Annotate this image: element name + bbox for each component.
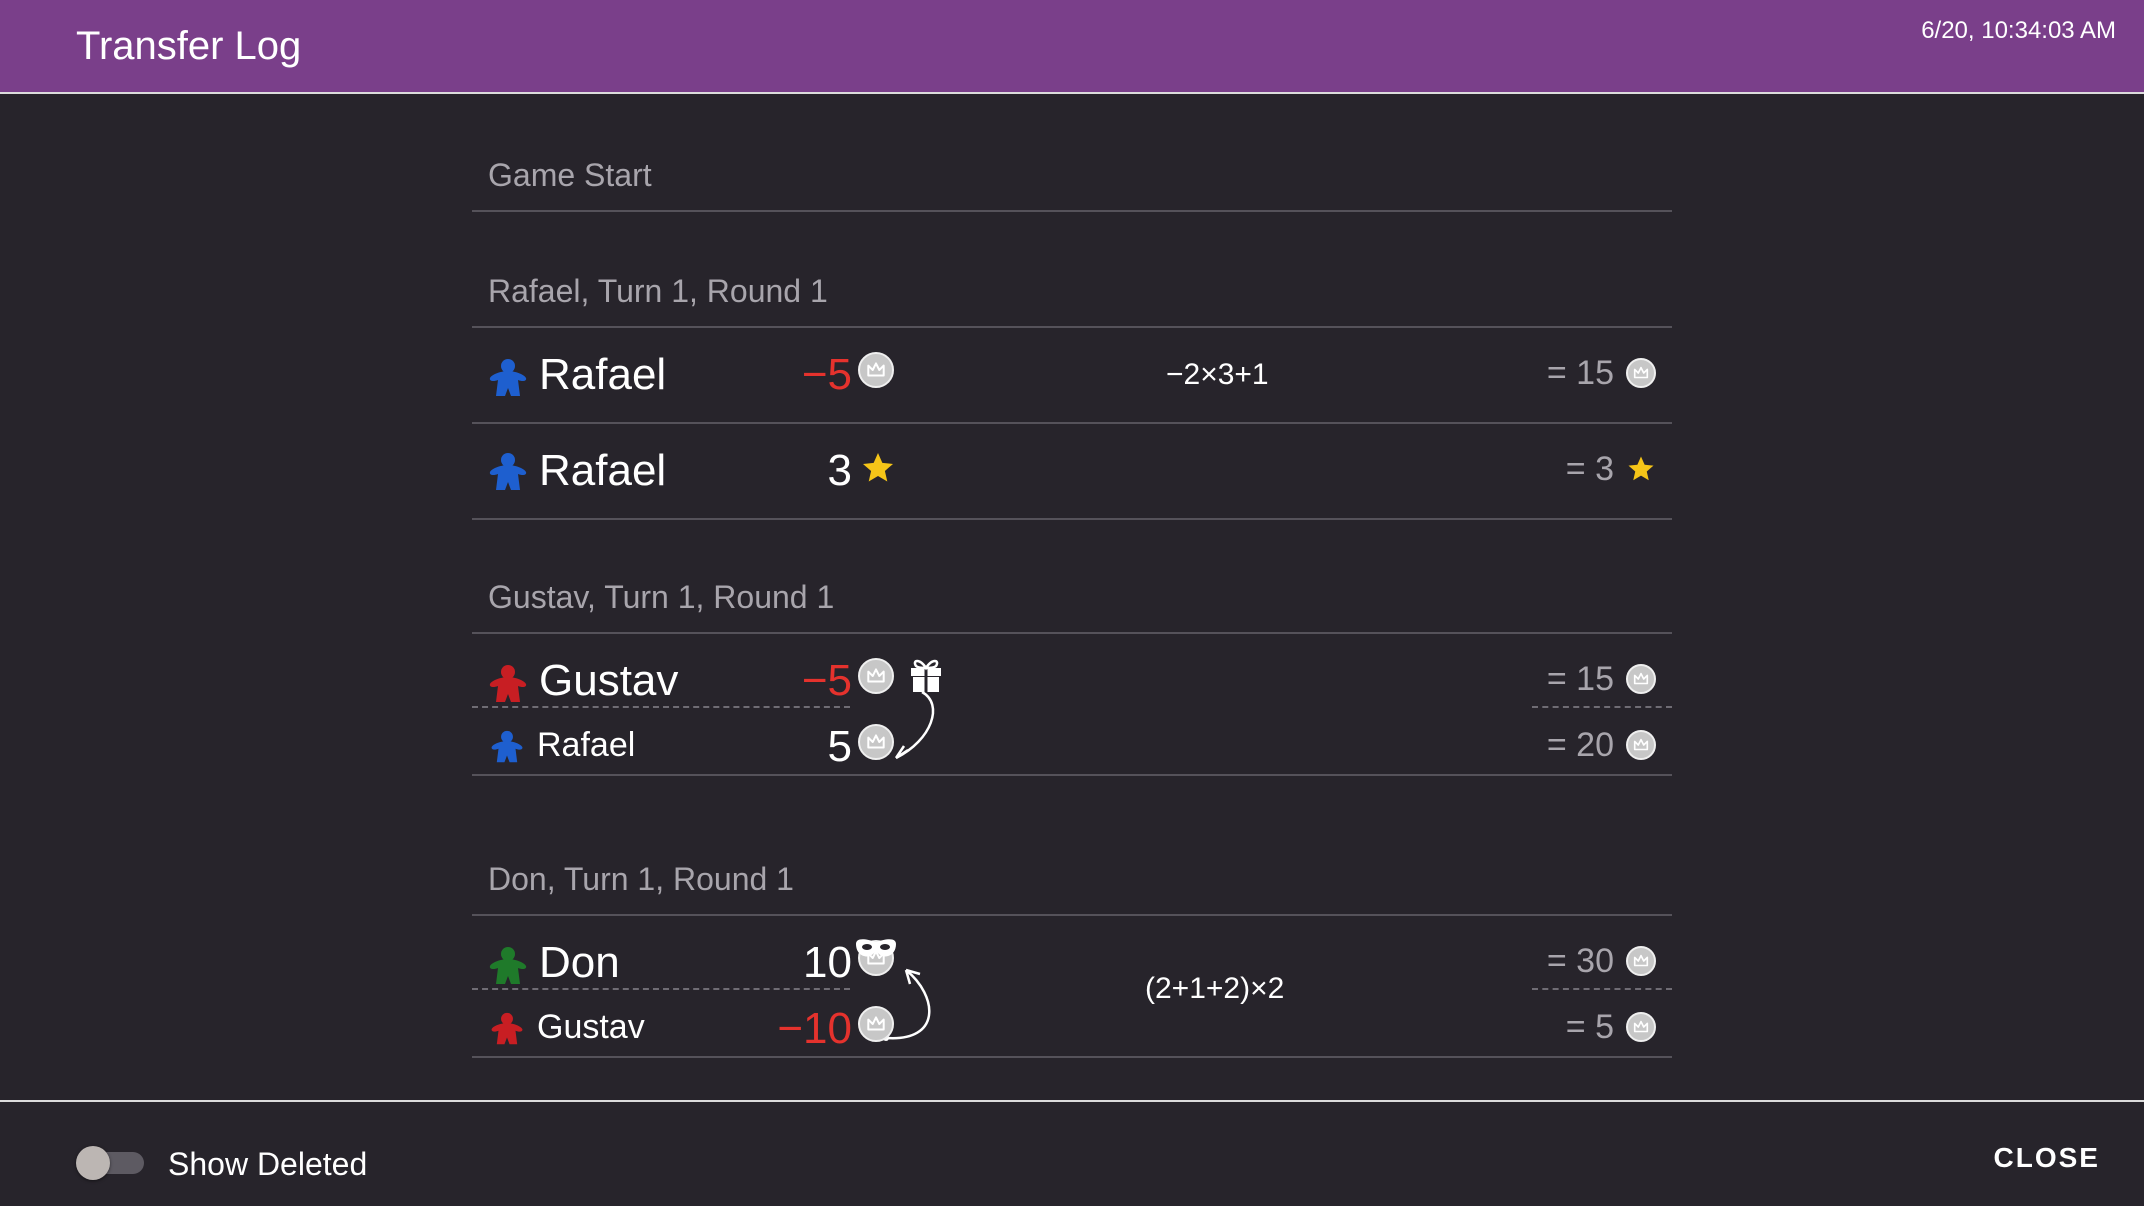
section-heading-text: Rafael, Turn 1, Round 1 (488, 273, 828, 309)
crown-coin-icon (1626, 946, 1656, 976)
transfer-row[interactable]: Rafael 3 = 3 (472, 424, 1672, 520)
meeple-icon (488, 664, 528, 704)
amount: −5 (801, 350, 852, 399)
crown-coin-icon (858, 1006, 894, 1042)
sender-amount: 10 (803, 938, 852, 987)
meeple-icon (490, 1012, 524, 1046)
receiver-name: Rafael (537, 726, 636, 764)
crown-coin-icon (1626, 1012, 1656, 1042)
star-icon (860, 450, 896, 486)
section-heading-text: Gustav, Turn 1, Round 1 (488, 579, 835, 615)
crown-coin-icon (1626, 730, 1656, 760)
toggle-knob[interactable] (76, 1146, 110, 1180)
transfer-row[interactable]: Rafael −5 −2×3+1 = 15 (472, 328, 1672, 424)
row-divider (472, 988, 850, 990)
transfer-row[interactable]: Gustav −5 = 15 Rafael 5 = 20 (472, 634, 1672, 776)
transfer-log-list[interactable]: Game Start Rafael, Turn 1, Round 1 Rafae… (472, 94, 1672, 1100)
crown-coin-icon (858, 352, 894, 388)
crown-coin-icon (1626, 664, 1656, 694)
meeple-icon (488, 358, 528, 398)
sender-total: = 15 (1546, 660, 1614, 698)
meeple-icon (488, 946, 528, 986)
receiver-name: Gustav (537, 1008, 645, 1046)
transfer-arrow (883, 968, 931, 1041)
receiver-total: = 20 (1546, 726, 1614, 764)
section-heading-text: Game Start (488, 157, 652, 193)
transfer-row[interactable]: Don 10 (2+1+2)×2 = 30 Gustav −10 = 5 (472, 916, 1672, 1058)
section-heading-text: Don, Turn 1, Round 1 (488, 861, 794, 897)
timestamp: 6/20, 10:34:03 AM (1921, 17, 2116, 44)
receiver-amount: −10 (777, 1004, 852, 1053)
total: = 15 (1546, 354, 1614, 392)
player-name: Rafael (539, 446, 667, 495)
row-divider (472, 706, 850, 708)
receiver-total: = 5 (1565, 1008, 1614, 1046)
close-button[interactable]: CLOSE (1994, 1142, 2100, 1174)
row-divider (1532, 706, 1672, 708)
row-divider (1532, 988, 1672, 990)
meeple-icon (490, 730, 524, 764)
sender-name: Gustav (539, 656, 679, 705)
section-heading: Gustav, Turn 1, Round 1 (472, 558, 1672, 634)
footer-bar: Show Deleted CLOSE (0, 1100, 2144, 1206)
total: = 3 (1565, 450, 1614, 488)
formula: −2×3+1 (1166, 358, 1269, 391)
player-name: Rafael (539, 350, 667, 399)
app-header: Transfer Log 6/20, 10:34:03 AM (0, 0, 2144, 94)
toggle-label[interactable]: Show Deleted (168, 1146, 367, 1183)
section-heading: Game Start (472, 136, 1672, 212)
meeple-icon (488, 452, 528, 492)
sender-name: Don (539, 938, 620, 987)
amount: 3 (827, 446, 852, 495)
page-title: Transfer Log (76, 24, 302, 68)
formula: (2+1+2)×2 (1145, 972, 1285, 1005)
sender-total: = 30 (1546, 942, 1614, 980)
section-heading: Don, Turn 1, Round 1 (472, 840, 1672, 916)
sender-amount: −5 (801, 656, 852, 705)
receiver-amount: 5 (827, 722, 852, 771)
section-heading: Rafael, Turn 1, Round 1 (472, 252, 1672, 328)
crown-coin-icon (1626, 358, 1656, 388)
star-icon (1626, 454, 1656, 484)
crown-coin-icon (858, 724, 894, 760)
